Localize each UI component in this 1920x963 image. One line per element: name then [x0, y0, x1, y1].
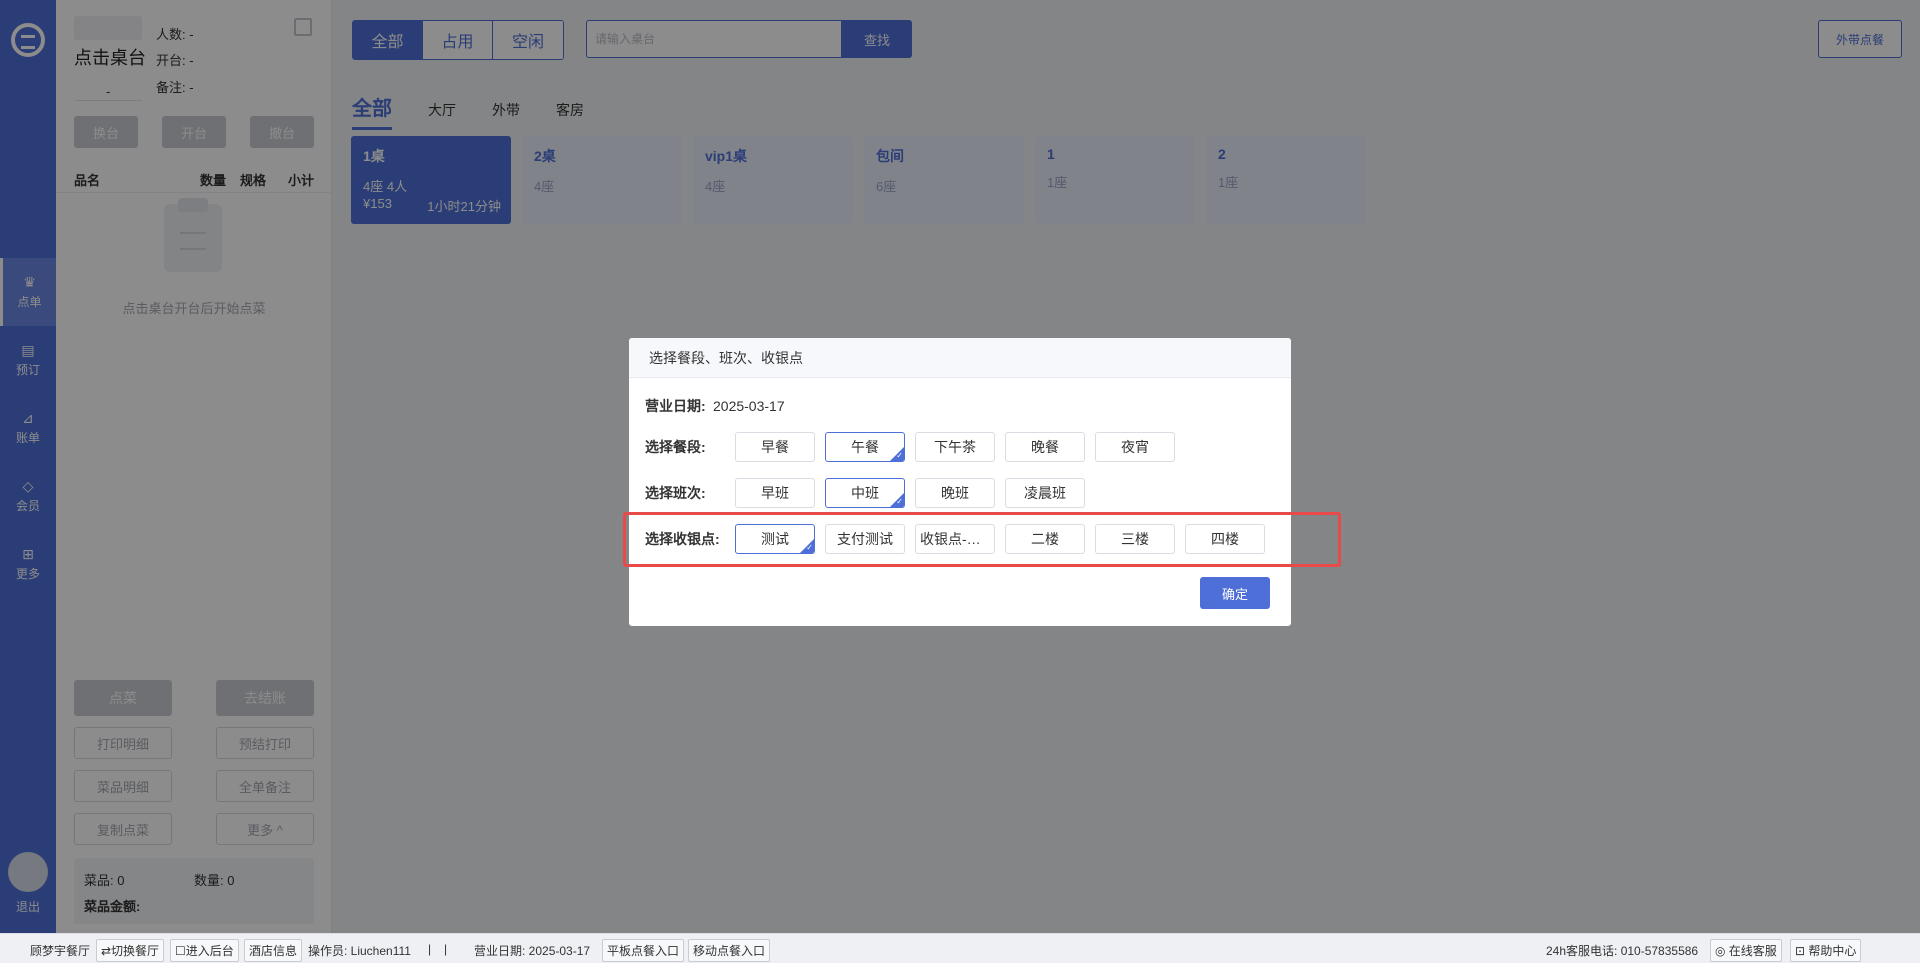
- hotel-info-button[interactable]: 酒店信息: [244, 939, 303, 962]
- meal-option[interactable]: 早餐: [735, 432, 815, 462]
- shift-option[interactable]: 晚班: [915, 478, 995, 508]
- tablet-entry-button[interactable]: 平板点餐入口: [602, 939, 685, 962]
- enter-backend-button[interactable]: ☐进入后台: [170, 939, 239, 962]
- shift-row: 选择班次: 早班 中班 ✓ 晚班 凌晨班: [645, 478, 1085, 508]
- online-service-button[interactable]: ◎ 在线客服: [1710, 939, 1782, 962]
- check-icon: ✓: [896, 451, 903, 460]
- date-value: 2025-03-17: [713, 398, 785, 414]
- option-label: 下午茶: [934, 439, 976, 455]
- separator: |: [444, 942, 448, 956]
- restaurant-name: 顾梦宇餐厅: [30, 944, 91, 958]
- option-label: 凌晨班: [1024, 485, 1066, 501]
- option-label: 午餐: [851, 439, 879, 455]
- meal-row: 选择餐段: 早餐 午餐 ✓ 下午茶 晚餐 夜宵: [645, 432, 1175, 462]
- option-label: 中班: [851, 485, 879, 501]
- meal-option[interactable]: 夜宵: [1095, 432, 1175, 462]
- business-date: 营业日期: 2025-03-17: [474, 944, 591, 958]
- date-row: 营业日期: 2025-03-17: [645, 396, 785, 416]
- shift-label: 选择班次:: [645, 485, 706, 501]
- meal-option[interactable]: 晚餐: [1005, 432, 1085, 462]
- shift-options: 早班 中班 ✓ 晚班 凌晨班: [735, 478, 1085, 508]
- option-label: 夜宵: [1121, 439, 1149, 455]
- meal-option[interactable]: 下午茶: [915, 432, 995, 462]
- highlight-box: [623, 512, 1341, 567]
- option-label: 早餐: [761, 439, 789, 455]
- shift-option[interactable]: 凌晨班: [1005, 478, 1085, 508]
- meal-options: 早餐 午餐 ✓ 下午茶 晚餐 夜宵: [735, 432, 1175, 462]
- option-label: 晚餐: [1031, 439, 1059, 455]
- check-icon: ✓: [806, 543, 813, 552]
- meal-option-selected[interactable]: 午餐 ✓: [825, 432, 905, 462]
- help-center-button[interactable]: ⊡ 帮助中心: [1790, 939, 1862, 962]
- option-label: 晚班: [941, 485, 969, 501]
- shift-option[interactable]: 早班: [735, 478, 815, 508]
- mobile-entry-button[interactable]: 移动点餐入口: [688, 939, 771, 962]
- switch-restaurant-button[interactable]: ⇄切换餐厅: [96, 939, 165, 962]
- check-icon: ✓: [896, 497, 903, 506]
- separator: |: [428, 942, 432, 956]
- service-hotline: 24h客服电话: 010-57835586: [1546, 944, 1699, 958]
- meal-label: 选择餐段:: [645, 439, 706, 455]
- operator: 操作员: Liuchen111: [308, 944, 411, 958]
- shift-option-selected[interactable]: 中班 ✓: [825, 478, 905, 508]
- option-label: 早班: [761, 485, 789, 501]
- select-shift-modal: 选择餐段、班次、收银点 营业日期: 2025-03-17 选择餐段: 早餐 午餐…: [629, 338, 1291, 626]
- status-bar: 顾梦宇餐厅 ⇄切换餐厅 ☐进入后台 酒店信息 操作员: Liuchen111 |…: [0, 933, 1920, 963]
- modal-title: 选择餐段、班次、收银点: [629, 338, 1291, 378]
- confirm-button[interactable]: 确定: [1200, 577, 1270, 609]
